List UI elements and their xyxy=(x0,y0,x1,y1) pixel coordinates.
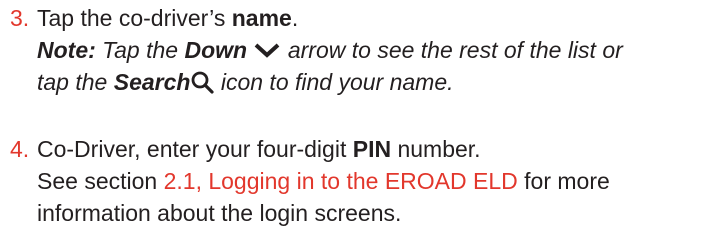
note-text: Tap the xyxy=(95,37,185,63)
instruction-text: Co-Driver, enter your four-digit xyxy=(37,136,353,162)
note-text: arrow to see the rest of the list or xyxy=(281,37,623,63)
chevron-down-icon xyxy=(253,41,281,59)
instruction-end: number. xyxy=(391,136,481,162)
step-number: 4. xyxy=(10,136,30,162)
step-4-line-2: See section 2.1, Logging in to the EROAD… xyxy=(37,165,710,197)
step-4-line-1: Co-Driver, enter your four-digit PIN num… xyxy=(37,133,710,165)
step-4-body: Co-Driver, enter your four-digit PIN num… xyxy=(37,133,710,229)
note-line-1: Note: Tap the Down arrow to see the rest… xyxy=(37,34,710,66)
step-3: 3. Tap the co-driver’s name. Note: Tap t… xyxy=(10,2,710,98)
step-4-line-3: information about the login screens. xyxy=(37,200,402,226)
instruction-end: . xyxy=(291,5,299,31)
step-number: 3. xyxy=(10,5,30,31)
note-label: Note: xyxy=(37,37,96,63)
note-text: tap the xyxy=(37,69,114,95)
note-line-2: tap the Search icon to find your name. xyxy=(37,66,710,98)
instruction-text: Tap the co-driver’s xyxy=(37,5,232,31)
search-icon xyxy=(190,70,215,94)
pin-term: PIN xyxy=(352,136,392,162)
down-term: Down xyxy=(184,37,248,63)
step-3-instruction: Tap the co-driver’s name. xyxy=(37,2,710,34)
name-term: name xyxy=(231,5,292,31)
step-4: 4. Co-Driver, enter your four-digit PIN … xyxy=(10,133,710,229)
instruction-text: for more xyxy=(517,168,610,194)
search-term: Search xyxy=(113,69,191,95)
section-link[interactable]: 2.1, Logging in to the EROAD ELD xyxy=(164,168,518,194)
step-3-body: Tap the co-driver’s name. Note: Tap the … xyxy=(37,2,710,98)
instruction-text: See section xyxy=(37,168,164,194)
note-text: icon to find your name. xyxy=(214,69,454,95)
